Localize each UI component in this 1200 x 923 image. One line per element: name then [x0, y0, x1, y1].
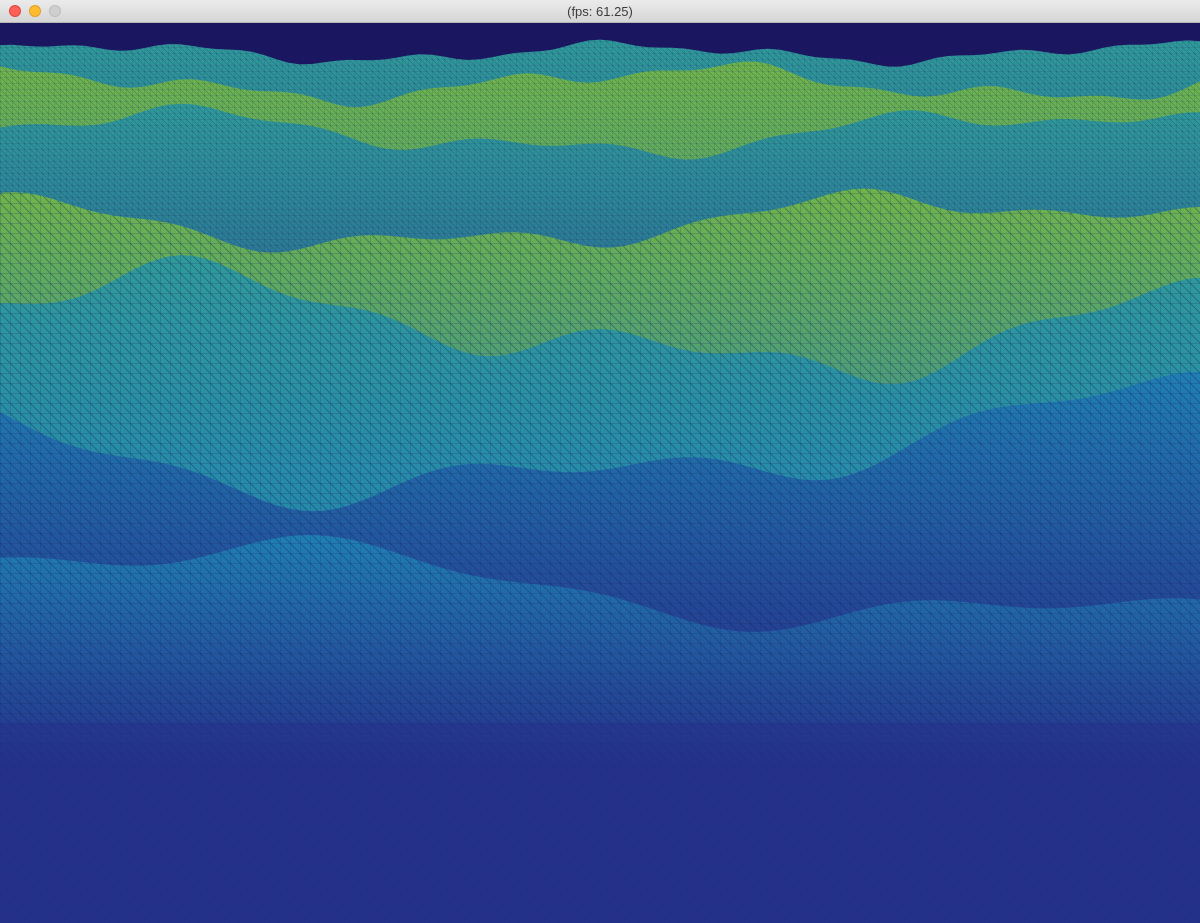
terrain-layers: [0, 39, 1200, 923]
title-bar[interactable]: (fps: 61.25): [0, 0, 1200, 23]
terrain-foreground: [0, 723, 1200, 923]
terrain-mesh: [0, 23, 1200, 923]
window-title: (fps: 61.25): [567, 4, 633, 19]
app-window: (fps: 61.25): [0, 0, 1200, 923]
render-viewport[interactable]: [0, 23, 1200, 923]
